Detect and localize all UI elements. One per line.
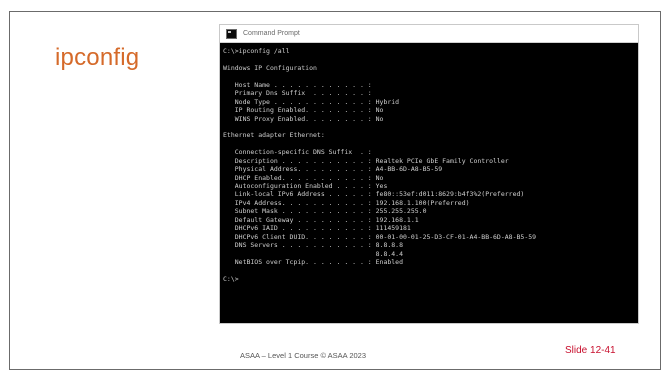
console-prompt-line: C:\>	[223, 274, 239, 283]
console-line: Ethernet adapter Ethernet:	[223, 131, 325, 140]
console-line: Connection-specific DNS Suffix . :	[223, 148, 372, 157]
console-output[interactable]: C:\>ipconfig /all Windows IP Configurati…	[220, 43, 638, 283]
console-line: Windows IP Configuration	[223, 63, 317, 72]
console-line: Physical Address. . . . . . . . . : A4-B…	[223, 165, 443, 174]
console-line: NetBIOS over Tcpip. . . . . . . . : Enab…	[223, 257, 404, 266]
console-line: Node Type . . . . . . . . . . . . : Hybr…	[223, 97, 400, 106]
console-line: Subnet Mask . . . . . . . . . . . : 255.…	[223, 207, 427, 216]
console-line: 8.8.4.4	[223, 249, 404, 258]
console-icon	[226, 28, 237, 39]
console-line: DHCPv6 IAID . . . . . . . . . . . : 1114…	[223, 224, 411, 233]
console-line: Description . . . . . . . . . . . : Real…	[223, 156, 509, 165]
console-line: DHCP Enabled. . . . . . . . . . . : No	[223, 173, 384, 182]
window-title: Command Prompt	[243, 30, 300, 37]
slide: ipconfig Command Prompt C:\>ipconfig /al…	[0, 0, 670, 377]
console-line: Host Name . . . . . . . . . . . . :	[223, 80, 372, 89]
console-line: Link-local IPv6 Address . . . . . : fe80…	[223, 190, 525, 199]
console-line: DNS Servers . . . . . . . . . . . : 8.8.…	[223, 241, 404, 250]
command-prompt-window[interactable]: Command Prompt C:\>ipconfig /all Windows…	[219, 24, 639, 324]
window-titlebar[interactable]: Command Prompt	[220, 25, 638, 43]
console-line: DHCPv6 Client DUID. . . . . . . . : 00-0…	[223, 232, 537, 241]
slide-title: ipconfig	[55, 44, 140, 71]
console-line: IP Routing Enabled. . . . . . . . : No	[223, 106, 384, 115]
console-line: Primary Dns Suffix . . . . . . . :	[223, 89, 372, 98]
console-line: WINS Proxy Enabled. . . . . . . . : No	[223, 114, 384, 123]
slide-number: Slide 12-41	[565, 345, 616, 356]
footer-course-text: ASAA – Level 1 Course © ASAA 2023	[240, 351, 367, 360]
console-line: C:\>ipconfig /all	[223, 47, 290, 55]
console-line: IPv4 Address. . . . . . . . . . . : 192.…	[223, 198, 470, 207]
console-line: Default Gateway . . . . . . . . . : 192.…	[223, 215, 419, 224]
console-line: Autoconfiguration Enabled . . . . : Yes	[223, 182, 388, 190]
